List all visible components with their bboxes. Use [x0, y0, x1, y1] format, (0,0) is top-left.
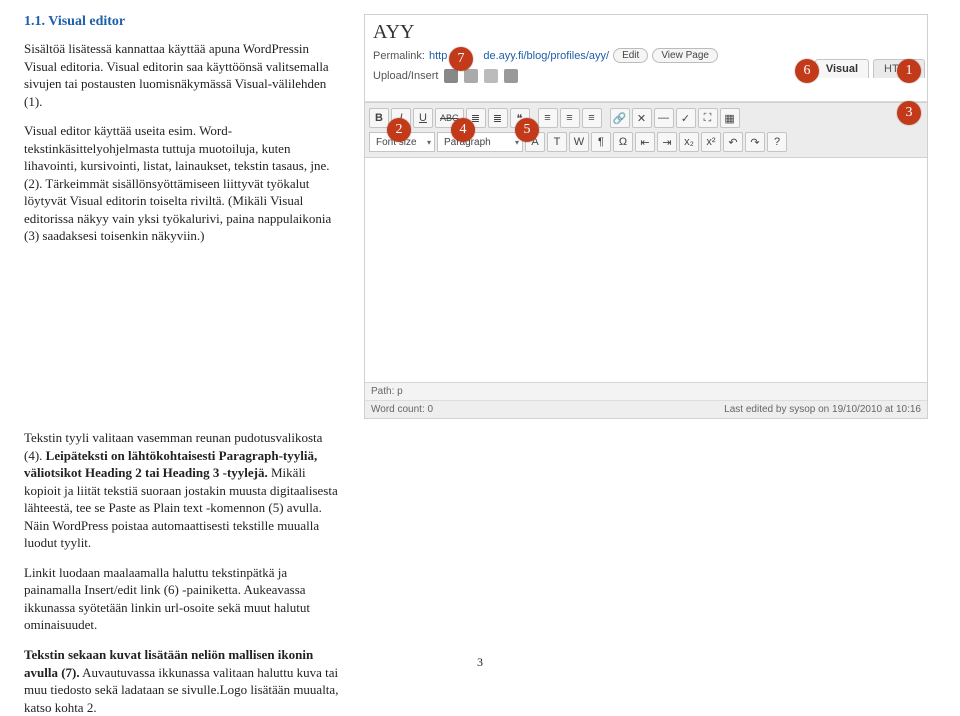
- callout-3: 3: [897, 101, 921, 125]
- permalink-prefix: http: [429, 50, 447, 62]
- callout-1: 1: [897, 59, 921, 83]
- para-4: Linkit luodaan maalaamalla haluttu tekst…: [24, 564, 344, 634]
- callout-7: 7: [449, 47, 473, 71]
- page-number: 3: [477, 655, 483, 670]
- callout-2: 2: [387, 118, 411, 142]
- view-page-button[interactable]: View Page: [652, 48, 718, 63]
- permalink-edit-button[interactable]: Edit: [613, 48, 648, 63]
- numbered-list-button[interactable]: ≣: [488, 108, 508, 128]
- editor-page-title: AYY: [373, 21, 919, 44]
- callout-5: 5: [515, 118, 539, 142]
- insert-link-button[interactable]: 🔗: [610, 108, 630, 128]
- align-center-button[interactable]: ≡: [560, 108, 580, 128]
- upload-insert-label: Upload/Insert: [373, 70, 438, 82]
- editor-content-area[interactable]: [365, 158, 927, 398]
- callout-4: 4: [451, 118, 475, 142]
- editor-toolbar: B I U ABC ≣ ≣ ❝ ≡ ≡ ≡ 🔗 ✕ — ✓ ⛶: [365, 102, 927, 158]
- para-3: Tekstin tyyli valitaan vasemman reunan p…: [24, 429, 344, 552]
- para-5: Tekstin sekaan kuvat lisätään neliön mal…: [24, 646, 344, 716]
- editor-path: Path: p: [365, 383, 927, 401]
- editor-screenshot: AYY Permalink: http de.ayy.fi/blog/profi…: [364, 14, 928, 419]
- add-audio-icon[interactable]: [484, 69, 498, 83]
- sub-button[interactable]: x₂: [679, 132, 699, 152]
- outdent-button[interactable]: ⇤: [635, 132, 655, 152]
- fullscreen-button[interactable]: ⛶: [698, 108, 718, 128]
- paste-text-button[interactable]: T: [547, 132, 567, 152]
- para-1: Sisältöä lisätessä kannattaa käyttää apu…: [24, 40, 344, 110]
- kitchen-sink-button[interactable]: ▦: [720, 108, 740, 128]
- editor-footer: Path: p Word count: 0 Last edited by sys…: [365, 382, 927, 418]
- permalink-label: Permalink:: [373, 50, 425, 62]
- tab-visual[interactable]: Visual: [815, 59, 869, 78]
- align-right-button[interactable]: ≡: [582, 108, 602, 128]
- permalink-suffix: de.ayy.fi/blog/profiles/ayy/: [483, 50, 609, 62]
- align-left-button[interactable]: ≡: [538, 108, 558, 128]
- paragraph-style-dropdown[interactable]: Paragraph: [437, 132, 523, 152]
- word-count: Word count: 0: [371, 404, 433, 415]
- section-heading: 1.1. Visual editor: [24, 14, 344, 30]
- remove-formatting-button[interactable]: ¶: [591, 132, 611, 152]
- sup-button[interactable]: x²: [701, 132, 721, 152]
- redo-button[interactable]: ↷: [745, 132, 765, 152]
- insert-char-button[interactable]: Ω: [613, 132, 633, 152]
- add-video-icon[interactable]: [464, 69, 478, 83]
- underline-button[interactable]: U: [413, 108, 433, 128]
- insert-more-button[interactable]: —: [654, 108, 674, 128]
- spellcheck-button[interactable]: ✓: [676, 108, 696, 128]
- unlink-button[interactable]: ✕: [632, 108, 652, 128]
- help-button[interactable]: ?: [767, 132, 787, 152]
- last-edited: Last edited by sysop on 19/10/2010 at 10…: [724, 404, 921, 415]
- callout-6: 6: [795, 59, 819, 83]
- add-media-icon[interactable]: [504, 69, 518, 83]
- indent-button[interactable]: ⇥: [657, 132, 677, 152]
- para-2: Visual editor käyttää useita esim. Word-…: [24, 122, 344, 245]
- bold-button[interactable]: B: [369, 108, 389, 128]
- paste-word-button[interactable]: W: [569, 132, 589, 152]
- undo-button[interactable]: ↶: [723, 132, 743, 152]
- add-image-icon[interactable]: [444, 69, 458, 83]
